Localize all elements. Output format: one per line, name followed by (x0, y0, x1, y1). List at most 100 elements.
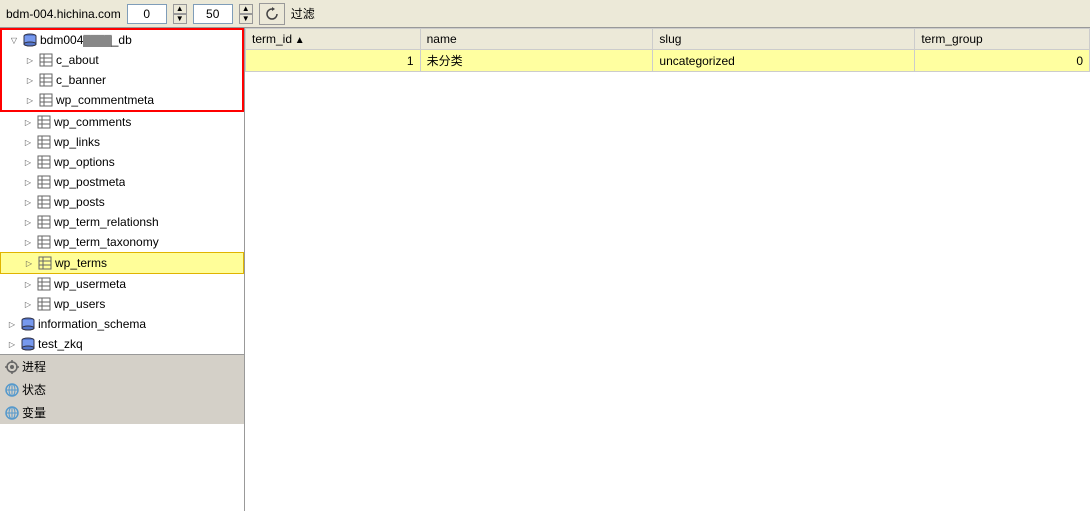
table-node-c_about[interactable]: ▷ c_about (2, 50, 242, 70)
table-node-wp_comments[interactable]: ▷ wp_comments (0, 112, 244, 132)
table-icon-wp_postmeta (36, 174, 52, 190)
expand-icon-wp_postmeta[interactable]: ▷ (20, 174, 36, 190)
toolbar: bdm-004.hichina.com ▲ ▼ ▲ ▼ 过滤 (0, 0, 1090, 28)
value1-input[interactable] (127, 4, 167, 24)
table-node-wp_term_relationsh[interactable]: ▷ wp_term_relationsh (0, 212, 244, 232)
globe-icon2 (4, 405, 20, 421)
db-node-test_zkq[interactable]: ▷ test_zkq (0, 334, 244, 354)
table-grid-icon5 (37, 135, 51, 149)
spin-up-2[interactable]: ▲ (239, 4, 253, 14)
highlighted-group: ▽ bdm004████_db ▷ (0, 28, 244, 112)
spin-control-2[interactable]: ▲ ▼ (239, 4, 253, 24)
special-items-group: 进程 状态 (0, 354, 244, 424)
table-grid-icon8 (37, 195, 51, 209)
data-table: term_id name slug term_group 1 未分类 uncat… (245, 28, 1090, 72)
table-grid-icon (39, 53, 53, 67)
expand-icon-c_banner[interactable]: ▷ (22, 72, 38, 88)
table-grid-icon2 (39, 73, 53, 87)
database-icon2 (20, 317, 36, 331)
table-label-wp_usermeta: wp_usermeta (54, 277, 126, 291)
table-label-c_about: c_about (56, 53, 99, 67)
table-icon-c_about (38, 52, 54, 68)
table-row: 1 未分类 uncategorized 0 (246, 50, 1090, 72)
table-icon-wp_term_relationsh (36, 214, 52, 230)
expand-icon-wp_users[interactable]: ▷ (20, 296, 36, 312)
table-label-wp_users: wp_users (54, 297, 105, 311)
spin-control-1[interactable]: ▲ ▼ (173, 4, 187, 24)
table-node-wp_posts[interactable]: ▷ wp_posts (0, 192, 244, 212)
table-node-wp_postmeta[interactable]: ▷ wp_postmeta (0, 172, 244, 192)
spin-down-2[interactable]: ▼ (239, 14, 253, 24)
expand-icon-wp_posts[interactable]: ▷ (20, 194, 36, 210)
table-label-wp_postmeta: wp_postmeta (54, 175, 125, 189)
db-node-bdm004[interactable]: ▽ bdm004████_db (2, 30, 242, 50)
expand-icon-wp_options[interactable]: ▷ (20, 154, 36, 170)
db-icon (22, 32, 38, 48)
table-node-c_banner[interactable]: ▷ c_banner (2, 70, 242, 90)
db-label-test_zkq: test_zkq (38, 337, 83, 351)
table-grid-icon4 (37, 115, 51, 129)
expand-icon-bdm004[interactable]: ▽ (6, 32, 22, 48)
special-item-process[interactable]: 进程 (0, 355, 244, 378)
cell-term_id: 1 (246, 50, 421, 72)
variable-icon (4, 405, 20, 421)
table-grid-icon6 (37, 155, 51, 169)
table-grid-icon12 (37, 277, 51, 291)
table-icon-wp_links (36, 134, 52, 150)
spin-up-1[interactable]: ▲ (173, 4, 187, 14)
status-icon (4, 382, 20, 398)
table-grid-icon9 (37, 215, 51, 229)
table-node-wp_term_taxonomy[interactable]: ▷ wp_term_taxonomy (0, 232, 244, 252)
special-item-status[interactable]: 状态 (0, 378, 244, 401)
refresh-button[interactable] (259, 3, 285, 25)
table-node-wp_links[interactable]: ▷ wp_links (0, 132, 244, 152)
cell-slug: uncategorized (653, 50, 915, 72)
globe-icon (4, 382, 20, 398)
filter-label: 过滤 (291, 5, 315, 22)
table-node-wp_options[interactable]: ▷ wp_options (0, 152, 244, 172)
table-icon-c_banner (38, 72, 54, 88)
table-icon-wp_usermeta (36, 276, 52, 292)
database-icon (22, 33, 38, 47)
database-icon3 (20, 337, 36, 351)
value2-input[interactable] (193, 4, 233, 24)
expand-icon-wp_term_relationsh[interactable]: ▷ (20, 214, 36, 230)
expand-icon-wp_usermeta[interactable]: ▷ (20, 276, 36, 292)
table-label-wp_options: wp_options (54, 155, 115, 169)
table-node-wp_commentmeta[interactable]: ▷ wp_commentmeta (2, 90, 242, 110)
expand-icon-wp_term_taxonomy[interactable]: ▷ (20, 234, 36, 250)
expand-icon-information_schema[interactable]: ▷ (4, 316, 20, 332)
cell-name: 未分类 (420, 50, 653, 72)
expand-icon-wp_links[interactable]: ▷ (20, 134, 36, 150)
table-label-wp_terms: wp_terms (55, 256, 107, 270)
col-name[interactable]: name (420, 29, 653, 50)
expand-icon-c_about[interactable]: ▷ (22, 52, 38, 68)
special-item-variable[interactable]: 变量 (0, 401, 244, 424)
server-label: bdm-004.hichina.com (6, 7, 121, 21)
refresh-icon (264, 6, 280, 22)
col-slug[interactable]: slug (653, 29, 915, 50)
expand-icon-test_zkq[interactable]: ▷ (4, 336, 20, 352)
table-node-wp_users[interactable]: ▷ wp_users (0, 294, 244, 314)
db-node-information_schema[interactable]: ▷ information_schema (0, 314, 244, 334)
spin-down-1[interactable]: ▼ (173, 14, 187, 24)
table-node-wp_terms[interactable]: ▷ wp_terms (0, 252, 244, 274)
table-icon-wp_comments (36, 114, 52, 130)
table-label-wp_term_taxonomy: wp_term_taxonomy (54, 235, 159, 249)
col-term_group[interactable]: term_group (915, 29, 1090, 50)
table-grid-icon7 (37, 175, 51, 189)
gear-icon (4, 359, 20, 375)
table-label-wp_commentmeta: wp_commentmeta (56, 93, 154, 107)
table-node-wp_usermeta[interactable]: ▷ wp_usermeta (0, 274, 244, 294)
table-grid-icon11 (38, 256, 52, 270)
table-label-wp_comments: wp_comments (54, 115, 131, 129)
expand-icon-wp_comments[interactable]: ▷ (20, 114, 36, 130)
table-grid-icon13 (37, 297, 51, 311)
content-panel: term_id name slug term_group 1 未分类 uncat… (245, 28, 1090, 511)
table-header-row: term_id name slug term_group (246, 29, 1090, 50)
expand-icon-wp_terms[interactable]: ▷ (21, 255, 37, 271)
expand-icon-wp_commentmeta[interactable]: ▷ (22, 92, 38, 108)
col-term_id[interactable]: term_id (246, 29, 421, 50)
table-label-wp_term_relationsh: wp_term_relationsh (54, 215, 159, 229)
db-label-bdm004: bdm004████_db (40, 33, 132, 47)
